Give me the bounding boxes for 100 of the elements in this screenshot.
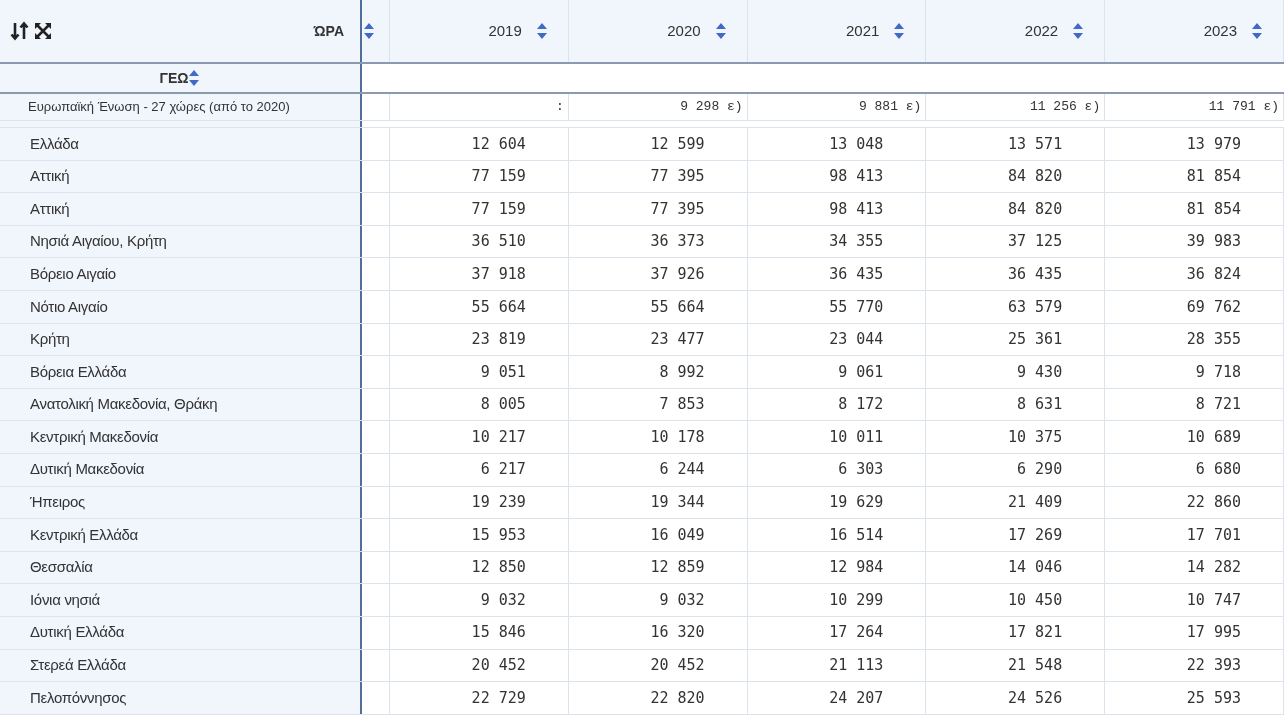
row-label: Ανατολική Μακεδονία, Θράκη bbox=[30, 394, 218, 415]
sort-icon[interactable] bbox=[893, 22, 906, 40]
table-cell-text: 22 820 bbox=[650, 687, 705, 709]
table-cell-text: 6 680 bbox=[1195, 459, 1241, 481]
row-label: Βόρεια Ελλάδα bbox=[30, 361, 127, 382]
table-cell-text: 8 631 bbox=[1017, 394, 1063, 416]
table-cell-text: 11 791 ε) bbox=[1208, 98, 1279, 117]
table-cell-text: 25 361 bbox=[1008, 329, 1063, 351]
table-cell-text: 11 256 ε) bbox=[1029, 98, 1101, 117]
table-cell-text: 22 393 bbox=[1186, 655, 1241, 677]
table-cell-text: 36 435 bbox=[829, 263, 884, 285]
table-cell-text: 15 846 bbox=[471, 622, 526, 644]
sort-icon[interactable] bbox=[535, 22, 548, 40]
row-label: Νότιο Αιγαίο bbox=[30, 296, 108, 317]
row-dimension-label: ΏΡΑ bbox=[313, 21, 344, 41]
table-cell-text: 6 290 bbox=[1017, 459, 1063, 481]
table-cell-text: 8 992 bbox=[659, 361, 705, 383]
table-cell-text: 6 217 bbox=[480, 459, 526, 481]
year-column-header[interactable]: 2022 bbox=[1024, 19, 1059, 43]
sort-icon[interactable] bbox=[1251, 22, 1263, 40]
table-cell-text: 9 061 bbox=[838, 361, 884, 383]
sort-icon[interactable] bbox=[1072, 22, 1085, 40]
row-label: Κρήτη bbox=[30, 329, 70, 350]
table-cell-text: 77 159 bbox=[471, 166, 526, 188]
table-cell-text: 77 159 bbox=[471, 198, 526, 220]
year-column-header[interactable]: 2021 bbox=[846, 19, 880, 43]
table-cell-text: 77 395 bbox=[650, 198, 705, 220]
table-cell-text: 9 032 bbox=[480, 589, 526, 611]
table-cell-text: 9 718 bbox=[1195, 361, 1241, 383]
table-cell-text: 36 824 bbox=[1186, 263, 1241, 285]
table-cell-text: 6 244 bbox=[659, 459, 705, 481]
table-cell-text: 34 355 bbox=[829, 231, 884, 253]
year-column-header[interactable]: 2023 bbox=[1203, 19, 1237, 43]
table-cell-text: 23 044 bbox=[829, 329, 884, 351]
table-cell-text: : bbox=[556, 98, 564, 117]
table-cell-text: 7 853 bbox=[659, 394, 705, 416]
table-cell-text: 98 413 bbox=[829, 198, 884, 220]
row-label: Στερεά Ελλάδα bbox=[30, 655, 126, 676]
table-cell-text: 22 729 bbox=[471, 687, 526, 709]
table-cell-text: 15 953 bbox=[471, 524, 526, 546]
table-cell-text: 12 604 bbox=[471, 133, 526, 155]
row-label: Βόρειο Αιγαίο bbox=[30, 263, 116, 284]
table-cell-text: 13 048 bbox=[829, 133, 884, 155]
row-label: Θεσσαλία bbox=[30, 557, 93, 578]
table-cell-text: 36 435 bbox=[1008, 263, 1063, 285]
column-dimension-label: ΓΕΩ bbox=[159, 68, 189, 88]
table-cell-text: 9 881 ε) bbox=[858, 98, 922, 117]
table-cell-text: 17 821 bbox=[1008, 622, 1063, 644]
table-cell-text: 37 926 bbox=[650, 263, 705, 285]
table-cell-text: 16 049 bbox=[650, 524, 705, 546]
table-cell-text: 19 344 bbox=[650, 492, 705, 514]
table-cell-text: 17 264 bbox=[829, 622, 884, 644]
table-cell-text: 10 747 bbox=[1186, 589, 1241, 611]
row-label: Ιόνια νησιά bbox=[30, 589, 100, 610]
table-cell-text: 9 430 bbox=[1017, 361, 1063, 383]
table-cell-text: 39 983 bbox=[1186, 231, 1241, 253]
expand-icon[interactable] bbox=[34, 22, 52, 40]
table-cell-text: 24 207 bbox=[829, 687, 884, 709]
table-cell-text: 9 032 bbox=[659, 589, 705, 611]
table-cell-text: 84 820 bbox=[1008, 166, 1063, 188]
table-cell-text: 16 514 bbox=[829, 524, 884, 546]
table-cell-text: 19 239 bbox=[471, 492, 526, 514]
table-cell-text: 63 579 bbox=[1008, 296, 1063, 318]
table-cell-text: 20 452 bbox=[650, 655, 705, 677]
year-column-header[interactable]: 2020 bbox=[667, 19, 701, 43]
table-cell-text: 98 413 bbox=[829, 166, 884, 188]
table-cell-text: 81 854 bbox=[1186, 166, 1241, 188]
table-cell-text: 21 548 bbox=[1008, 655, 1063, 677]
sort-icon[interactable] bbox=[714, 22, 727, 40]
table-cell-text: 10 450 bbox=[1008, 589, 1063, 611]
table-cell-text: 55 664 bbox=[650, 296, 705, 318]
table-cell-text: 14 282 bbox=[1186, 557, 1241, 579]
row-label: Πελοπόννησος bbox=[30, 687, 127, 708]
table-cell-text: 55 770 bbox=[829, 296, 884, 318]
table-cell-text: 23 477 bbox=[650, 329, 705, 351]
table-cell-text: 24 526 bbox=[1008, 687, 1063, 709]
table-cell-text: 8 172 bbox=[838, 394, 884, 416]
table-cell-text: 12 599 bbox=[650, 133, 705, 155]
row-label: Ελλάδα bbox=[30, 133, 79, 154]
table-cell-text: 81 854 bbox=[1186, 198, 1241, 220]
table-cell-text: 10 011 bbox=[829, 426, 884, 448]
table-cell-text: 17 269 bbox=[1008, 524, 1063, 546]
table-cell-text: 28 355 bbox=[1186, 329, 1241, 351]
sort-icon[interactable] bbox=[363, 22, 375, 40]
year-column-header[interactable]: 2019 bbox=[488, 19, 522, 43]
table-cell-text: 19 629 bbox=[829, 492, 884, 514]
table-cell-text: 69 762 bbox=[1186, 296, 1241, 318]
table-cell-text: 12 984 bbox=[829, 557, 884, 579]
sort-icon[interactable] bbox=[188, 69, 201, 87]
table-cell-text: 20 452 bbox=[471, 655, 526, 677]
table-cell-text: 17 995 bbox=[1186, 622, 1241, 644]
table-cell-text: 16 320 bbox=[650, 622, 705, 644]
table-cell-text: 8 005 bbox=[480, 394, 526, 416]
table-cell-text: 36 373 bbox=[650, 231, 705, 253]
row-label: Δυτική Ελλάδα bbox=[30, 622, 125, 643]
table-cell-text: 77 395 bbox=[650, 166, 705, 188]
sort-arrows-icon[interactable] bbox=[10, 21, 30, 41]
table-cell-text: 10 375 bbox=[1008, 426, 1063, 448]
row-label: Δυτική Μακεδονία bbox=[30, 459, 145, 480]
row-label: Ήπειρος bbox=[30, 492, 85, 513]
